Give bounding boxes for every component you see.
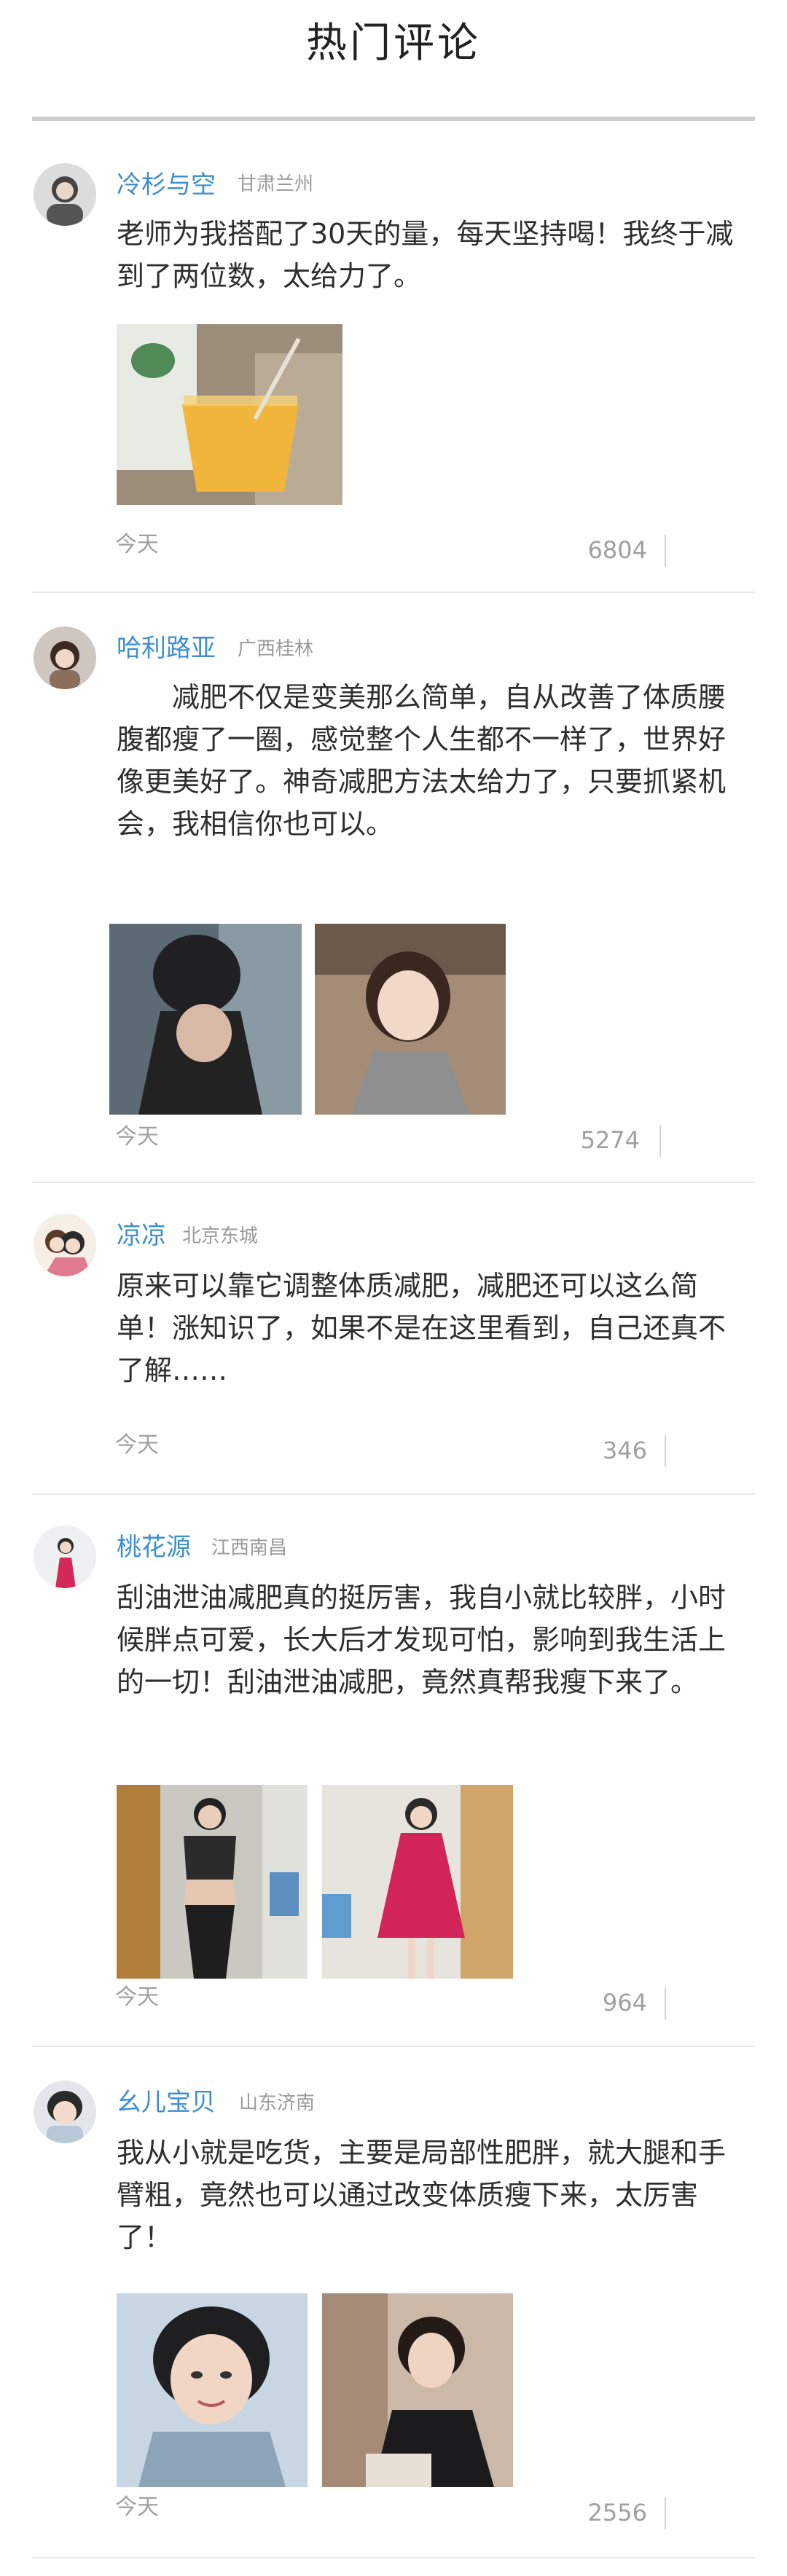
like-divider: [665, 535, 666, 567]
comment-divider: [32, 1182, 755, 1183]
location: 广西桂林: [238, 638, 314, 660]
avatar[interactable]: [34, 2081, 96, 2143]
comment-photo[interactable]: [117, 2293, 308, 2487]
username[interactable]: 凉凉: [117, 1215, 166, 1251]
comment-divider: [32, 592, 755, 593]
avatar[interactable]: [34, 627, 96, 689]
like-count[interactable]: 5274: [530, 1126, 640, 1154]
comment-text: 老师为我搭配了30天的量，每天坚持喝！我终于减到了两位数，太给力了。: [117, 218, 734, 292]
like-count[interactable]: 2556: [538, 2499, 647, 2526]
like-count[interactable]: 6804: [538, 536, 647, 564]
page-title: 热门评论: [306, 20, 481, 67]
username[interactable]: 冷杉与空: [117, 165, 216, 200]
avatar[interactable]: [34, 1214, 96, 1276]
comment-photo[interactable]: [322, 2293, 513, 2487]
comment-time: 今天: [115, 1124, 159, 1150]
comment-time: 今天: [115, 1432, 159, 1458]
comment-time: 今天: [115, 1984, 159, 2010]
comment-divider: [32, 2557, 755, 2559]
location: 北京东城: [182, 1225, 259, 1247]
comment-photo[interactable]: [109, 924, 302, 1115]
comment-photo[interactable]: [315, 924, 506, 1115]
comment-time: 今天: [115, 2494, 159, 2520]
comment-text: 减肥不仅是变美那么简单，自从改善了体质腰腹都瘦了一圈，感觉整个人生都不一样了，世…: [117, 681, 727, 840]
comment-photo[interactable]: [117, 324, 342, 505]
username[interactable]: 幺儿宝贝: [117, 2082, 216, 2118]
header-divider: [32, 117, 755, 121]
comment-text: 原来可以靠它调整体质减肥，减肥还可以这么简单！涨知识了，如果不是在这里看到，自己…: [117, 1270, 727, 1386]
like-divider: [665, 1435, 666, 1467]
comment-time: 今天: [115, 532, 159, 557]
like-count[interactable]: 964: [538, 1989, 647, 2017]
like-count[interactable]: 346: [538, 1437, 647, 1464]
comment-divider: [32, 2046, 755, 2047]
location: 山东济南: [239, 2092, 316, 2114]
username[interactable]: 桃花源: [117, 1527, 191, 1563]
like-divider: [665, 2497, 666, 2529]
comment-divider: [32, 1493, 755, 1495]
like-divider: [665, 1987, 666, 2019]
like-divider: [659, 1125, 661, 1157]
avatar[interactable]: [34, 1525, 96, 1588]
comment-photo[interactable]: [117, 1785, 308, 1979]
comment-text: 我从小就是吃货，主要是局部性肥胖，就大腿和手臂粗，竟然也可以通过改变体质瘦下来，…: [117, 2137, 727, 2253]
location: 江西南昌: [211, 1537, 288, 1559]
comment-text: 刮油泄油减肥真的挺厉害，我自小就比较胖，小时候胖点可爱，长大后才发现可怕，影响到…: [117, 1582, 727, 1698]
avatar[interactable]: [34, 163, 96, 226]
comment-photo[interactable]: [322, 1785, 513, 1979]
username[interactable]: 哈利路亚: [117, 628, 216, 664]
location: 甘肃兰州: [238, 173, 314, 195]
